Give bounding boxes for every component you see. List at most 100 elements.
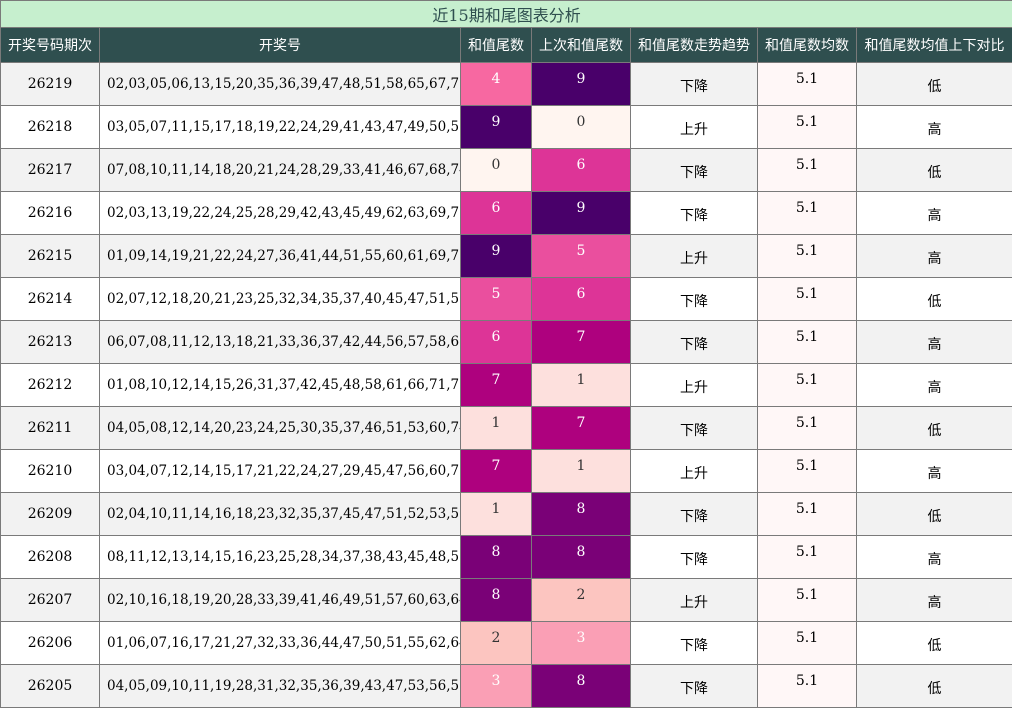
table-row: 2620702,10,16,18,19,20,28,33,39,41,46,49… [1,579,1012,622]
avg-cell: 5.1 [758,63,857,106]
period-cell: 26209 [1,493,100,536]
trend-cell: 下降 [631,665,758,708]
compare-cell: 低 [857,63,1012,106]
analysis-table-container: 近15期和尾图表分析 开奖号码期次 开奖号 和值尾数 上次和值尾数 和值尾数走势… [0,0,1012,588]
trend-cell: 上升 [631,579,758,622]
trend-cell: 下降 [631,149,758,192]
table-row: 2621501,09,14,19,21,22,24,27,36,41,44,51… [1,235,1012,278]
compare-cell: 低 [857,149,1012,192]
table-row: 2621602,03,13,19,22,24,25,28,29,42,43,45… [1,192,1012,235]
trend-cell: 下降 [631,622,758,665]
period-cell: 26219 [1,63,100,106]
trend-cell: 上升 [631,450,758,493]
period-cell: 26217 [1,149,100,192]
numbers-cell: 02,10,16,18,19,20,28,33,39,41,46,49,51,5… [100,579,461,622]
avg-cell: 5.1 [758,235,857,278]
compare-cell: 高 [857,450,1012,493]
period-cell: 26205 [1,665,100,708]
trend-cell: 上升 [631,364,758,407]
prev-tail-cell: 3 [532,622,631,665]
period-cell: 26216 [1,192,100,235]
table-body: 2621902,03,05,06,13,15,20,35,36,39,47,48… [1,63,1012,708]
prev-tail-cell: 8 [532,493,631,536]
period-cell: 26212 [1,364,100,407]
tail-cell: 1 [461,493,532,536]
table-row: 2621306,07,08,11,12,13,18,21,33,36,37,42… [1,321,1012,364]
prev-tail-cell: 7 [532,407,631,450]
compare-cell: 低 [857,278,1012,321]
trend-cell: 下降 [631,278,758,321]
numbers-cell: 01,09,14,19,21,22,24,27,36,41,44,51,55,6… [100,235,461,278]
table-row: 2621902,03,05,06,13,15,20,35,36,39,47,48… [1,63,1012,106]
table-row: 2621201,08,10,12,14,15,26,31,37,42,45,48… [1,364,1012,407]
tail-cell: 9 [461,106,532,149]
trend-cell: 上升 [631,235,758,278]
prev-tail-cell: 5 [532,235,631,278]
compare-cell: 高 [857,579,1012,622]
trend-cell: 下降 [631,493,758,536]
header-avg: 和值尾数均数 [758,28,857,63]
avg-cell: 5.1 [758,106,857,149]
tail-cell: 6 [461,321,532,364]
avg-cell: 5.1 [758,407,857,450]
prev-tail-cell: 6 [532,149,631,192]
tail-cell: 7 [461,450,532,493]
tail-cell: 7 [461,364,532,407]
compare-cell: 高 [857,235,1012,278]
tail-analysis-table: 近15期和尾图表分析 开奖号码期次 开奖号 和值尾数 上次和值尾数 和值尾数走势… [0,0,1012,708]
compare-cell: 高 [857,321,1012,364]
numbers-cell: 06,07,08,11,12,13,18,21,33,36,37,42,44,5… [100,321,461,364]
numbers-cell: 02,07,12,18,20,21,23,25,32,34,35,37,40,4… [100,278,461,321]
header-compare: 和值尾数均值上下对比 [857,28,1012,63]
numbers-cell: 03,05,07,11,15,17,18,19,22,24,29,41,43,4… [100,106,461,149]
trend-cell: 上升 [631,106,758,149]
period-cell: 26213 [1,321,100,364]
trend-cell: 下降 [631,192,758,235]
table-row: 2620902,04,10,11,14,16,18,23,32,35,37,45… [1,493,1012,536]
tail-cell: 1 [461,407,532,450]
table-row: 2621003,04,07,12,14,15,17,21,22,24,27,29… [1,450,1012,493]
avg-cell: 5.1 [758,493,857,536]
tail-cell: 4 [461,63,532,106]
avg-cell: 5.1 [758,364,857,407]
table-row: 2620808,11,12,13,14,15,16,23,25,28,34,37… [1,536,1012,579]
period-cell: 26208 [1,536,100,579]
numbers-cell: 01,06,07,16,17,21,27,32,33,36,44,47,50,5… [100,622,461,665]
numbers-cell: 02,03,13,19,22,24,25,28,29,42,43,45,49,6… [100,192,461,235]
compare-cell: 低 [857,407,1012,450]
avg-cell: 5.1 [758,665,857,708]
period-cell: 26211 [1,407,100,450]
numbers-cell: 02,04,10,11,14,16,18,23,32,35,37,45,47,5… [100,493,461,536]
compare-cell: 低 [857,493,1012,536]
trend-cell: 下降 [631,63,758,106]
compare-cell: 低 [857,665,1012,708]
header-prev-tail: 上次和值尾数 [532,28,631,63]
avg-cell: 5.1 [758,579,857,622]
avg-cell: 5.1 [758,450,857,493]
numbers-cell: 04,05,08,12,14,20,23,24,25,30,35,37,46,5… [100,407,461,450]
table-row: 2620601,06,07,16,17,21,27,32,33,36,44,47… [1,622,1012,665]
trend-cell: 下降 [631,536,758,579]
prev-tail-cell: 8 [532,665,631,708]
tail-cell: 5 [461,278,532,321]
table-row: 2621104,05,08,12,14,20,23,24,25,30,35,37… [1,407,1012,450]
tail-cell: 6 [461,192,532,235]
tail-cell: 0 [461,149,532,192]
avg-cell: 5.1 [758,278,857,321]
prev-tail-cell: 1 [532,450,631,493]
period-cell: 26210 [1,450,100,493]
header-trend: 和值尾数走势趋势 [631,28,758,63]
compare-cell: 高 [857,364,1012,407]
compare-cell: 高 [857,536,1012,579]
tail-cell: 2 [461,622,532,665]
prev-tail-cell: 8 [532,536,631,579]
trend-cell: 下降 [631,321,758,364]
prev-tail-cell: 9 [532,63,631,106]
compare-cell: 高 [857,106,1012,149]
table-row: 2621803,05,07,11,15,17,18,19,22,24,29,41… [1,106,1012,149]
avg-cell: 5.1 [758,321,857,364]
table-row: 2621402,07,12,18,20,21,23,25,32,34,35,37… [1,278,1012,321]
header-numbers: 开奖号 [100,28,461,63]
numbers-cell: 03,04,07,12,14,15,17,21,22,24,27,29,45,4… [100,450,461,493]
avg-cell: 5.1 [758,149,857,192]
